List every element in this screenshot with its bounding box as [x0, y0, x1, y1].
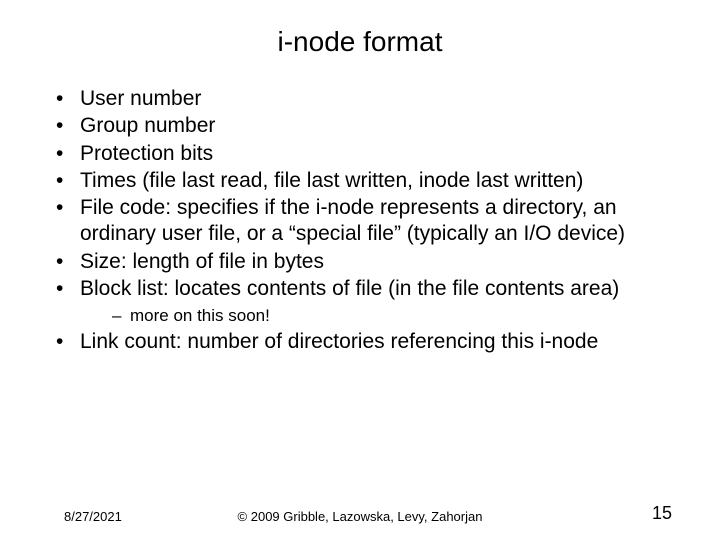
- footer-copyright: © 2009 Gribble, Lazowska, Levy, Zahorjan: [238, 509, 483, 524]
- list-item: Size: length of file in bytes: [56, 249, 672, 275]
- list-item-text: Size: length of file in bytes: [80, 250, 324, 273]
- list-item-text: File code: specifies if the i-node repre…: [80, 196, 625, 245]
- list-item: Group number: [56, 113, 672, 139]
- footer-page-number: 15: [652, 503, 672, 524]
- list-item-text: Group number: [80, 114, 215, 137]
- sub-bullet-list: more on this soon!: [80, 305, 672, 326]
- list-item-text: Link count: number of directories refere…: [80, 330, 598, 353]
- sub-list-item: more on this soon!: [112, 305, 672, 326]
- list-item: Block list: locates contents of file (in…: [56, 276, 672, 327]
- bullet-list: User number Group number Protection bits…: [48, 86, 672, 356]
- list-item: Protection bits: [56, 141, 672, 167]
- slide-title: i-node format: [0, 0, 720, 86]
- list-item: Link count: number of directories refere…: [56, 329, 672, 355]
- footer-date: 8/27/2021: [64, 509, 122, 524]
- list-item: Times (file last read, file last written…: [56, 168, 672, 194]
- list-item-text: Protection bits: [80, 142, 213, 165]
- sub-list-item-text: more on this soon!: [130, 306, 270, 325]
- list-item: File code: specifies if the i-node repre…: [56, 195, 672, 248]
- list-item: User number: [56, 86, 672, 112]
- slide-content: User number Group number Protection bits…: [0, 86, 720, 356]
- list-item-text: User number: [80, 87, 201, 110]
- list-item-text: Times (file last read, file last written…: [80, 169, 583, 192]
- list-item-text: Block list: locates contents of file (in…: [80, 277, 619, 300]
